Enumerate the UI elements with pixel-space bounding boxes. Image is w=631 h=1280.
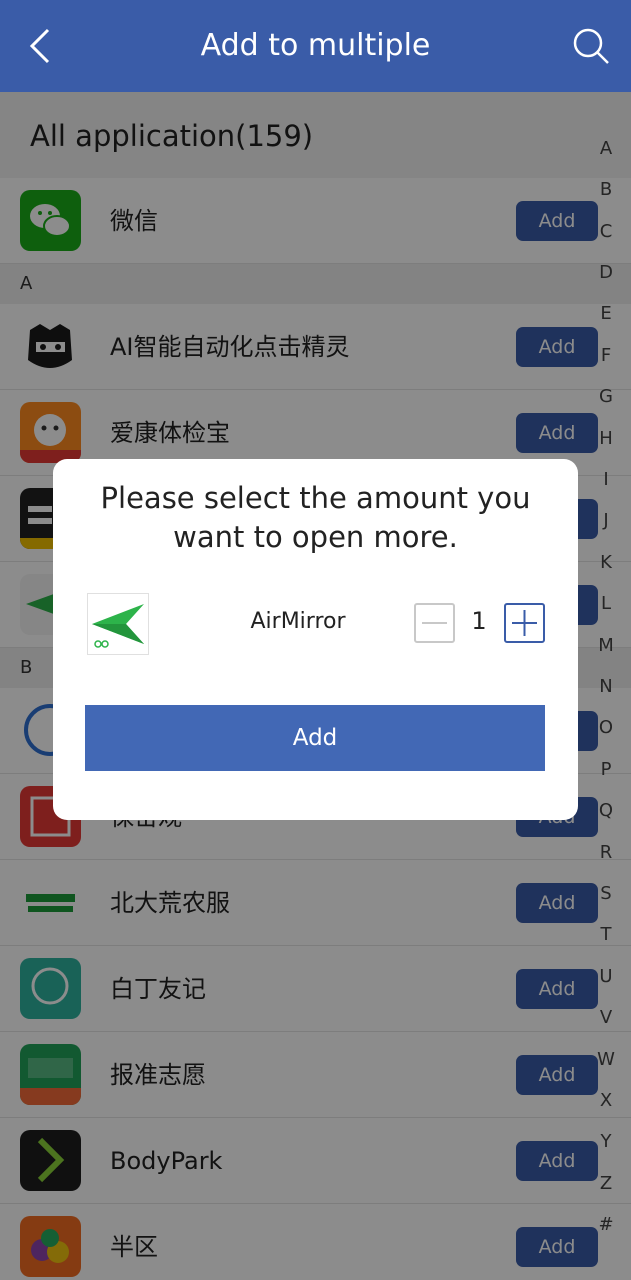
quantity-value: 1	[471, 607, 487, 635]
plus-icon	[512, 610, 537, 636]
minus-icon	[422, 622, 447, 624]
airmirror-icon	[87, 593, 149, 655]
amount-dialog: Please select the amount you want to ope…	[53, 459, 578, 820]
dialog-app-name: AirMirror	[250, 609, 346, 634]
increment-button[interactable]	[504, 603, 545, 643]
search-icon[interactable]	[571, 26, 611, 66]
top-bar: Add to multiple	[0, 0, 631, 92]
confirm-add-button[interactable]: Add	[85, 705, 545, 771]
dialog-prompt: Please select the amount you want to ope…	[100, 481, 531, 554]
decrement-button[interactable]	[414, 603, 455, 643]
page-title: Add to multiple	[200, 28, 431, 63]
